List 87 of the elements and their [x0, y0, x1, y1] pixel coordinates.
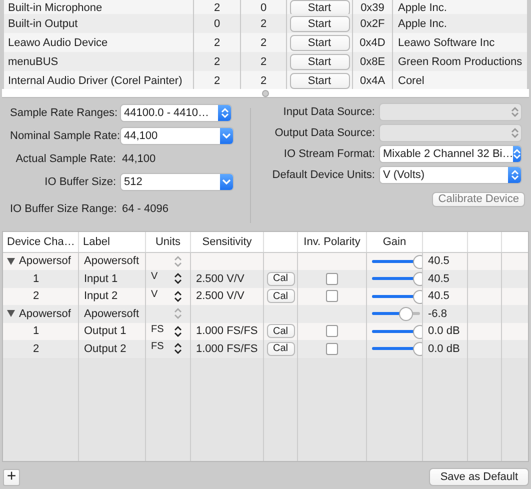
- gain-value: 0.0 dB: [428, 325, 460, 338]
- gain-slider[interactable]: [372, 324, 420, 338]
- channel-name: 1: [33, 325, 40, 338]
- gain-value: 40.5: [428, 255, 450, 268]
- setting-value: 44,100: [121, 153, 156, 166]
- cal-button[interactable]: Cal: [266, 324, 294, 338]
- checkbox[interactable]: [326, 342, 338, 355]
- device-vendor: Apple Inc.: [397, 16, 448, 32]
- checkbox[interactable]: [326, 290, 338, 302]
- sensitivity-value: 2.500 V/V: [196, 290, 244, 302]
- up-down-arrows-icon: [513, 148, 521, 160]
- setting-dropdown[interactable]: V (Volts): [379, 166, 522, 184]
- setting-label: Output Data Source:: [274, 127, 375, 140]
- device-vendor: Apple Inc.: [397, 1, 448, 16]
- channel-name: 2: [33, 290, 40, 302]
- device-vendor: Leawo Software Inc: [397, 36, 496, 50]
- channel-name: Apowersof: [19, 308, 71, 320]
- column-header[interactable]: Sensitivity: [191, 232, 264, 252]
- units-value: V: [151, 288, 158, 300]
- setting-dropdown[interactable]: Mixable 2 Channel 32 Bi…: [379, 145, 522, 164]
- units-value: V: [151, 270, 158, 282]
- start-button[interactable]: Start: [290, 16, 350, 32]
- setting-label: IO Stream Format:: [282, 148, 375, 160]
- column-header[interactable]: Label: [79, 232, 146, 252]
- channel-name: 2: [33, 342, 40, 355]
- units-value: FS: [151, 340, 164, 352]
- setting-dropdown[interactable]: 44,100: [120, 127, 234, 146]
- start-button[interactable]: Start: [290, 34, 350, 50]
- save-as-default-button[interactable]: Save as Default: [429, 468, 529, 486]
- gain-value: 40.5: [428, 290, 450, 302]
- setting-label: Input Data Source:: [282, 106, 375, 118]
- channel-name: 1: [33, 272, 40, 285]
- setting-label: Default Device Units:: [271, 169, 375, 182]
- channel-label: Output 1: [84, 325, 126, 338]
- column-header[interactable]: Gain: [367, 232, 423, 252]
- start-button[interactable]: Start: [290, 72, 350, 88]
- checkbox[interactable]: [326, 325, 338, 338]
- up-down-arrows-icon: [510, 127, 518, 140]
- device-vendor: Green Room Productions: [397, 54, 524, 70]
- setting-label: Actual Sample Rate:: [14, 153, 116, 166]
- channel-label: Apowersoft: [84, 308, 140, 320]
- channel-label: Output 2: [84, 342, 126, 355]
- stepper-icon[interactable]: [174, 290, 182, 302]
- add-button[interactable]: +: [3, 468, 20, 486]
- stepper-icon[interactable]: [174, 273, 182, 284]
- chevron-down-icon: [222, 133, 231, 140]
- calibrate-device-button[interactable]: Calibrate Device: [432, 192, 525, 207]
- setting-dropdown[interactable]: 512: [120, 173, 234, 192]
- up-down-arrows-icon: [510, 106, 518, 118]
- sensitivity-value: 2.500 V/V: [196, 272, 244, 285]
- cal-button[interactable]: Cal: [266, 272, 294, 286]
- sensitivity-value: 1.000 FS/FS: [196, 342, 258, 355]
- splitter-handle[interactable]: [262, 90, 269, 96]
- stepper-icon[interactable]: [174, 326, 182, 337]
- gain-slider[interactable]: [372, 290, 420, 303]
- device-vendor: Corel: [397, 74, 426, 88]
- gain-slider[interactable]: [372, 272, 420, 286]
- up-down-arrows-icon: [510, 169, 518, 182]
- gain-value: 40.5: [428, 272, 450, 285]
- start-button[interactable]: Start: [290, 54, 350, 70]
- gain-value: 0.0 dB: [428, 342, 460, 355]
- disclosure-triangle-icon[interactable]: [7, 258, 15, 265]
- setting-dropdown[interactable]: 44100.0 - 4410…: [120, 104, 232, 122]
- stepper-icon[interactable]: [174, 343, 182, 354]
- checkbox[interactable]: [326, 272, 338, 285]
- units-value: FS: [151, 322, 164, 335]
- column-header[interactable]: Units: [146, 232, 191, 252]
- gain-slider[interactable]: [372, 254, 420, 268]
- setting-label: IO Buffer Size Range:: [10, 203, 116, 216]
- cal-button[interactable]: Cal: [266, 289, 294, 304]
- cal-button[interactable]: Cal: [266, 342, 294, 356]
- up-down-arrows-icon: [220, 107, 228, 120]
- setting-value: 64 - 4096: [121, 203, 168, 216]
- chevron-down-icon: [222, 179, 231, 186]
- column-header[interactable]: Inv. Polarity: [298, 232, 367, 252]
- channel-name: Apowersof: [19, 255, 71, 268]
- channel-label: Input 1: [84, 272, 118, 285]
- sensitivity-value: 1.000 FS/FS: [196, 325, 258, 338]
- disclosure-triangle-icon[interactable]: [7, 310, 15, 318]
- gain-value: -6.8: [428, 308, 447, 320]
- setting-label: Sample Rate Ranges:: [10, 107, 116, 120]
- setting-label: IO Buffer Size:: [44, 176, 116, 188]
- gain-slider[interactable]: [372, 342, 420, 356]
- channel-label: Apowersoft: [84, 255, 140, 268]
- gain-slider[interactable]: [372, 307, 420, 320]
- column-header[interactable]: Device Cha…: [3, 232, 79, 252]
- channel-label: Input 2: [84, 290, 118, 302]
